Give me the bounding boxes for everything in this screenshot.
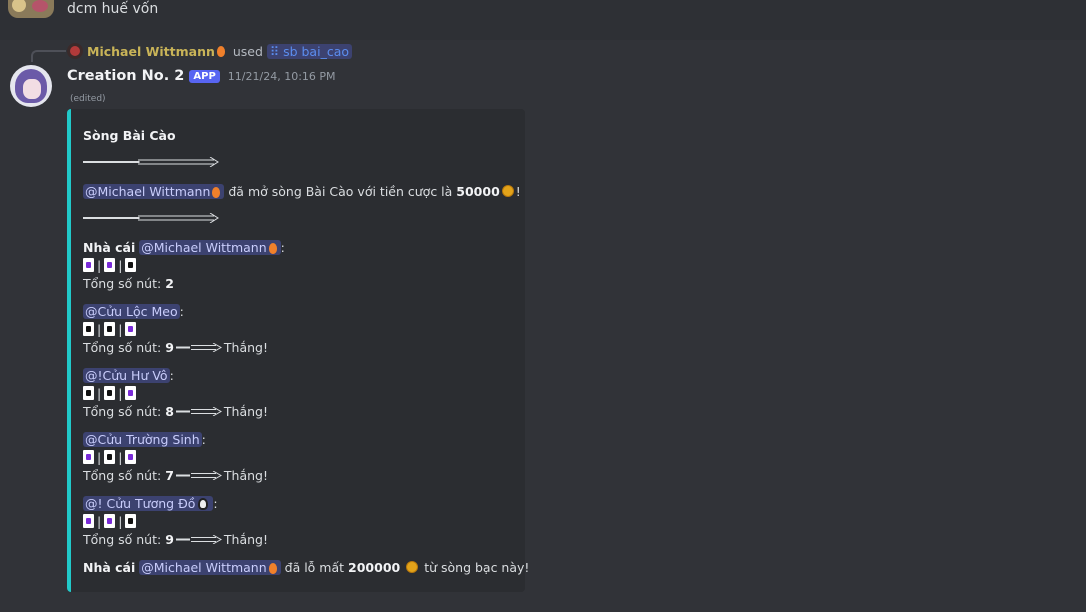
open-line: @Michael Wittmann đã mở sòng Bài Cào với… (83, 183, 521, 199)
total-line: Tổng số nút: 9 Thắng! (83, 531, 268, 547)
embed: Sòng Bài Cào @Michael Wittmann đã mở sòn… (67, 109, 529, 592)
fire-icon (268, 242, 277, 254)
playing-card-icon (104, 258, 116, 272)
fire-icon (268, 562, 277, 574)
divider-arrow (83, 209, 219, 227)
command-reply-header: Michael Wittmann used ⠿ sb bai_cao (67, 43, 352, 59)
card-row: | | (83, 384, 137, 402)
card-row: | | (83, 320, 137, 338)
user-mention[interactable]: @!Cửu Hư Vô (83, 367, 170, 383)
total-line: Tổng số nút: 2 (83, 275, 174, 291)
previous-avatar[interactable] (8, 0, 54, 18)
slash-command-icon: ⠿ (269, 43, 284, 59)
playing-card-icon (83, 322, 94, 336)
arrow-icon (175, 342, 222, 352)
player-line: @Cửu Trường Sinh: (83, 431, 206, 447)
playing-card-icon (104, 386, 116, 400)
user-mention[interactable]: @Cửu Trường Sinh (83, 431, 202, 447)
coin-icon (501, 185, 514, 197)
coin-icon (406, 561, 419, 573)
bot-username[interactable]: Creation No. 2 (67, 68, 184, 84)
previous-message: dcm huế vốn (0, 0, 1086, 40)
arrow-icon (175, 470, 222, 480)
message-header: Creation No. 2 APP 11/21/24, 10:16 PM (67, 66, 336, 86)
previous-message-text: dcm huế vốn (67, 1, 159, 17)
user-mention[interactable]: @Michael Wittmann (139, 239, 281, 255)
playing-card-icon (83, 514, 94, 528)
result-line: Nhà cái @Michael Wittmann đã lỗ mất 2000… (83, 559, 530, 575)
playing-card-icon (83, 258, 94, 272)
playing-card-icon (125, 322, 137, 336)
edited-label: (edited) (70, 94, 106, 104)
playing-card-icon (125, 258, 137, 272)
playing-card-icon (125, 386, 137, 400)
playing-card-icon (83, 386, 94, 400)
playing-card-icon (125, 450, 137, 464)
player-line: @!Cửu Hư Vô: (83, 367, 174, 383)
card-row: | | (83, 448, 137, 466)
divider-arrow (83, 153, 219, 171)
player-line: @! Cửu Tương Đồ: (83, 495, 218, 511)
player-line: @Cửu Lộc Meo: (83, 303, 184, 319)
used-label: used (232, 43, 263, 59)
user-mention[interactable]: @Cửu Lộc Meo (83, 303, 180, 319)
user-mention[interactable]: @! Cửu Tương Đồ (83, 495, 214, 511)
penguin-icon (198, 498, 209, 510)
total-line: Tổng số nút: 7 Thắng! (83, 467, 268, 483)
fire-icon (216, 45, 225, 57)
playing-card-icon (125, 514, 137, 528)
total-line: Tổng số nút: 8 Thắng! (83, 403, 268, 419)
reply-user-avatar[interactable] (67, 43, 83, 59)
playing-card-icon (104, 514, 116, 528)
reply-username[interactable]: Michael Wittmann (87, 44, 215, 59)
card-row: | | (83, 256, 137, 274)
total-line: Tổng số nút: 9 Thắng! (83, 339, 268, 355)
card-row: | | (83, 512, 137, 530)
playing-card-icon (104, 322, 116, 336)
bot-avatar[interactable] (10, 65, 52, 107)
arrow-icon (175, 534, 222, 544)
fire-icon (212, 186, 221, 198)
slash-command-link[interactable]: ⠿ sb bai_cao (266, 43, 352, 59)
app-badge: APP (189, 69, 220, 83)
playing-card-icon (104, 450, 116, 464)
user-mention[interactable]: @Michael Wittmann (139, 559, 281, 575)
user-mention[interactable]: @Michael Wittmann (83, 183, 225, 199)
embed-title: Sòng Bài Cào (83, 127, 176, 143)
reply-connector (31, 50, 66, 62)
playing-card-icon (83, 450, 94, 464)
timestamp[interactable]: 11/21/24, 10:16 PM (228, 70, 336, 83)
dealer-line: Nhà cái @Michael Wittmann: (83, 239, 285, 255)
arrow-icon (175, 406, 222, 416)
